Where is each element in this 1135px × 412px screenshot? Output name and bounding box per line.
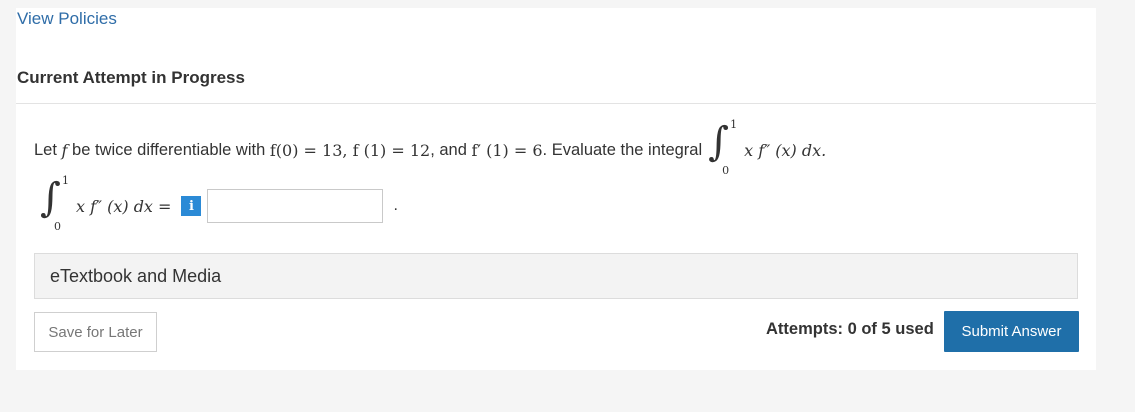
- question-lead: Let: [34, 140, 57, 159]
- answer-input[interactable]: [207, 189, 384, 223]
- question-tail: . Evaluate the integral: [542, 140, 703, 159]
- answer-period: .: [393, 197, 398, 214]
- answer-integral-symbol: ∫ 1 0: [40, 174, 69, 233]
- answer-expression: x f″ (x) dx =: [76, 196, 172, 216]
- save-for-later-button[interactable]: Save for Later: [34, 312, 157, 352]
- condition-fprime1: f′ (1) = 6: [471, 140, 543, 160]
- etextbook-label: eTextbook and Media: [50, 265, 222, 286]
- condition-f1: f (1) = 12: [352, 140, 431, 160]
- question-be-text: be twice differentiable with: [72, 140, 266, 159]
- condition-f0: f(0) = 13: [269, 140, 343, 160]
- attempt-title: Current Attempt in Progress: [17, 68, 245, 87]
- divider: [16, 103, 1096, 104]
- view-policies-link[interactable]: View Policies: [17, 9, 117, 29]
- etextbook-media-section[interactable]: eTextbook and Media: [34, 253, 1078, 299]
- answer-row: ∫ 1 0 x f″ (x) dx = i .: [34, 174, 398, 233]
- question-and-text: , and: [430, 140, 467, 159]
- integrand: x f″ (x) dx.: [744, 140, 827, 160]
- answer-upper-limit: 1: [62, 174, 69, 187]
- integral-symbol: ∫ 1 0: [708, 118, 738, 177]
- integral-upper-limit: 1: [730, 118, 738, 131]
- info-icon[interactable]: i: [181, 196, 202, 216]
- answer-lower-limit: 0: [54, 220, 61, 233]
- attempts-counter: Attempts: 0 of 5 used: [766, 320, 934, 338]
- integral-lower-limit: 0: [722, 164, 730, 177]
- question-text: Let f be twice differentiable with f(0) …: [34, 118, 827, 177]
- question-var-f: f: [61, 140, 68, 160]
- submit-answer-button[interactable]: Submit Answer: [944, 311, 1079, 352]
